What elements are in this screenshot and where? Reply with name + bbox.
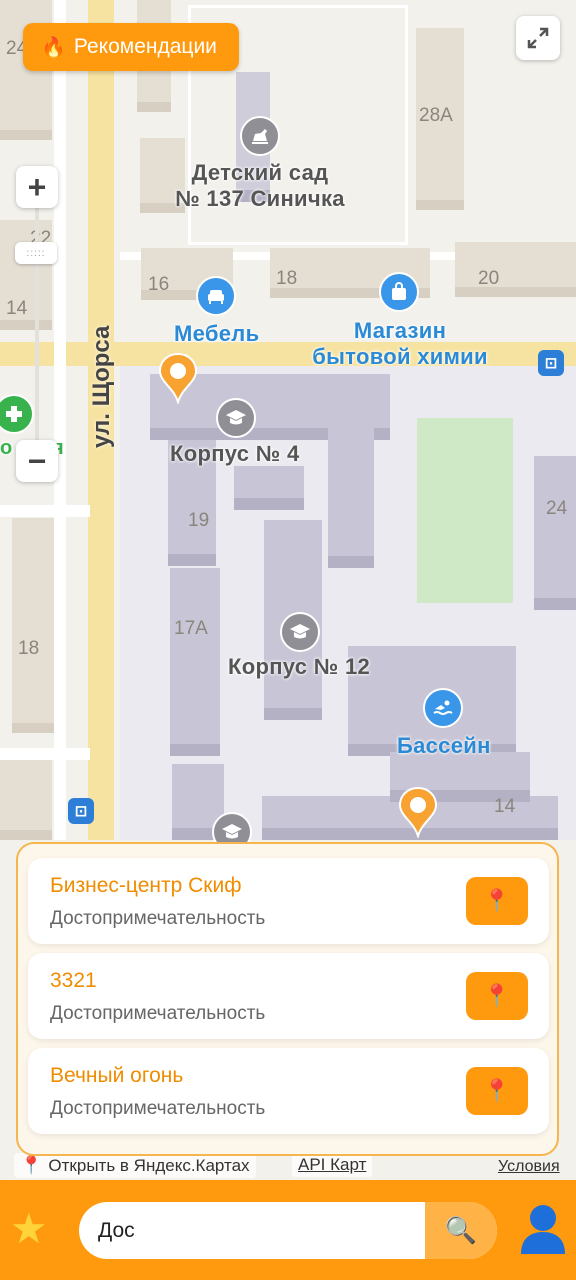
house-number: 19 xyxy=(188,510,210,531)
cut-label-prefix: о xyxy=(0,437,13,459)
result-item[interactable]: Вечный огонь Достопримечательность 📍 xyxy=(28,1048,549,1134)
recommendations-label: Рекомендации xyxy=(73,35,217,58)
shopping-bag-icon[interactable] xyxy=(379,272,419,312)
shop-label: Магазин бытовой химии xyxy=(312,318,488,369)
furniture-icon[interactable] xyxy=(196,276,236,316)
furniture-label: Мебель xyxy=(174,321,260,346)
result-title: Вечный огонь xyxy=(50,1064,184,1087)
road-side-2 xyxy=(0,505,90,517)
bus-stop-icon[interactable]: ⊡ xyxy=(538,350,564,376)
fullscreen-button[interactable] xyxy=(516,16,560,60)
flame-icon: 🔥 xyxy=(41,36,66,59)
bottom-bar: ★ 🔍 xyxy=(0,1180,576,1280)
favorites-star-icon[interactable]: ★ xyxy=(10,1204,48,1253)
house-number: 14 xyxy=(494,796,516,817)
recommendations-button[interactable]: 🔥 Рекомендации xyxy=(23,23,239,71)
terms-link[interactable]: Условия xyxy=(498,1158,560,1176)
result-subtitle: Достопримечательность xyxy=(50,908,266,929)
api-link[interactable]: API Карт xyxy=(292,1153,373,1177)
campus-building xyxy=(328,418,374,568)
search-button[interactable]: 🔍 xyxy=(425,1202,497,1259)
building xyxy=(455,242,576,297)
expand-icon xyxy=(527,27,549,49)
road-side xyxy=(54,0,66,840)
map-pin-icon[interactable] xyxy=(398,786,438,838)
house-number: 20 xyxy=(478,268,500,289)
result-item[interactable]: 3321 Достопримечательность 📍 xyxy=(28,953,549,1039)
pin-icon: 📍 xyxy=(483,888,511,913)
show-on-map-button[interactable]: 📍 xyxy=(466,1067,528,1115)
search-results-panel: Бизнес-центр Скиф Достопримечательность … xyxy=(16,842,559,1156)
sports-field xyxy=(417,418,513,603)
house-number: 28А xyxy=(419,105,453,126)
street-name-shorsa: ул. Щорса xyxy=(88,325,115,448)
swimming-icon[interactable] xyxy=(423,688,463,728)
kindergarten-icon[interactable] xyxy=(240,116,280,156)
house-number: 17А xyxy=(174,618,208,639)
campus-building xyxy=(534,456,576,610)
education-icon[interactable] xyxy=(216,398,256,438)
search-box: 🔍 xyxy=(79,1202,497,1259)
road-side-3 xyxy=(0,748,90,760)
result-item[interactable]: Бизнес-центр Скиф Достопримечательность … xyxy=(28,858,549,944)
house-number: 16 xyxy=(148,274,170,295)
house-number: 14 xyxy=(6,298,28,319)
bus-stop-icon[interactable]: ⊡ xyxy=(68,798,94,824)
korpus12-label: Корпус № 12 xyxy=(228,654,371,679)
yandex-pin-icon: 📍 xyxy=(20,1155,43,1175)
search-input[interactable] xyxy=(79,1202,425,1259)
campus-building xyxy=(170,568,220,756)
open-in-yandex-label: Открыть в Яндекс.Картах xyxy=(48,1155,250,1175)
zoom-in-button[interactable]: + xyxy=(16,166,58,208)
education-icon[interactable] xyxy=(280,612,320,652)
result-subtitle: Достопримечательность xyxy=(50,1003,266,1024)
house-number: 18 xyxy=(276,268,298,289)
pharmacy-icon[interactable] xyxy=(0,394,34,434)
campus-building xyxy=(234,466,304,510)
result-title: Бизнес-центр Скиф xyxy=(50,874,242,897)
search-icon: 🔍 xyxy=(444,1215,478,1245)
zoom-out-button[interactable]: − xyxy=(16,440,58,482)
result-subtitle: Достопримечательность xyxy=(50,1098,266,1119)
korpus4-label: Корпус № 4 xyxy=(170,441,300,466)
result-title: 3321 xyxy=(50,969,97,992)
open-in-yandex-link[interactable]: 📍 Открыть в Яндекс.Картах xyxy=(14,1153,256,1178)
kindergarten-label: Детский сад № 137 Синичка xyxy=(175,160,345,211)
building xyxy=(12,518,54,733)
show-on-map-button[interactable]: 📍 xyxy=(466,877,528,925)
pin-icon: 📍 xyxy=(483,983,511,1008)
map-pin-icon[interactable] xyxy=(158,352,198,404)
house-number: 24 xyxy=(546,498,568,519)
show-on-map-button[interactable]: 📍 xyxy=(466,972,528,1020)
pool-label: Бассейн xyxy=(397,733,491,758)
building xyxy=(0,760,52,840)
pin-icon: 📍 xyxy=(483,1078,511,1103)
zoom-slider-handle[interactable]: ::::: xyxy=(15,242,57,264)
house-number: 18 xyxy=(18,638,40,659)
profile-icon[interactable] xyxy=(518,1202,568,1256)
